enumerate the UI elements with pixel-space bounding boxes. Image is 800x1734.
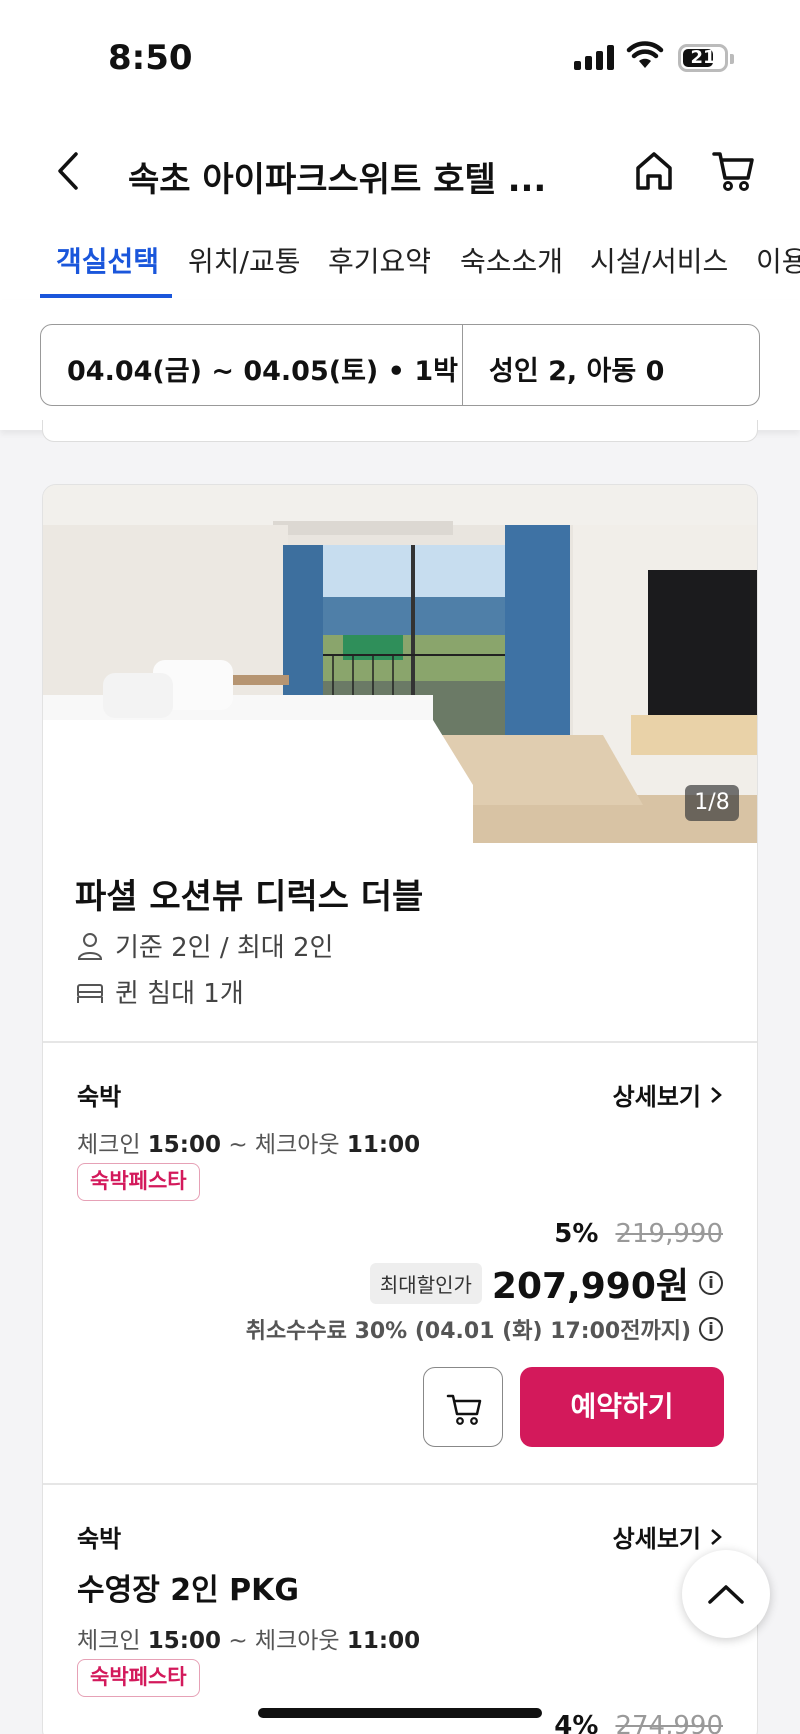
time-separator: ~	[228, 1132, 248, 1158]
person-icon	[77, 932, 103, 960]
discount-info: 5% 219,990	[554, 1219, 723, 1249]
tab-usage[interactable]: 이용	[756, 240, 800, 280]
detail-link[interactable]: 상세보기	[613, 1077, 723, 1112]
cart-icon[interactable]	[710, 146, 758, 194]
chevron-right-icon	[711, 1086, 722, 1103]
option-type: 숙박	[77, 1525, 122, 1553]
clock: 8:50	[108, 38, 193, 78]
detail-link[interactable]: 상세보기	[613, 1519, 723, 1554]
active-tab-indicator	[40, 294, 172, 298]
option-type: 숙박	[77, 1083, 122, 1111]
package-title: 수영장 2인 PKG	[77, 1573, 300, 1608]
cancel-policy-text: 취소수수료 30% (04.01 (화) 17:00전까지)	[245, 1319, 691, 1344]
battery-cap	[730, 54, 734, 64]
tab-property-intro[interactable]: 숙소소개	[460, 240, 563, 280]
checkin-time: 15:00	[147, 1628, 222, 1654]
guest-selector[interactable]: 성인 2, 아동 0	[463, 325, 664, 405]
reserve-button[interactable]: 예약하기	[520, 1367, 724, 1447]
bed-icon	[77, 983, 103, 1003]
home-icon[interactable]	[630, 146, 678, 194]
checkin-label: 체크인	[77, 1628, 141, 1654]
wifi-icon	[626, 41, 664, 68]
info-icon[interactable]: i	[699, 1271, 723, 1295]
promo-badge: 숙박페스타	[77, 1659, 200, 1697]
tab-bar: 객실선택 위치/교통 후기요약 숙소소개 시설/서비스 이용	[0, 228, 800, 300]
discount-rate: 5%	[554, 1219, 599, 1249]
detail-label: 상세보기	[612, 1525, 701, 1553]
room-photo[interactable]: 1/8	[43, 485, 757, 843]
detail-label: 상세보기	[612, 1083, 701, 1111]
home-indicator	[258, 1708, 542, 1718]
room-bed: 퀸 침대 1개	[75, 973, 244, 1010]
previous-card-edge	[42, 420, 758, 442]
capacity-text: 기준 2인 / 최대 2인	[115, 933, 334, 963]
filter-box: 04.04(금) ~ 04.05(토) • 1박 성인 2, 아동 0	[40, 324, 760, 406]
divider	[43, 1483, 757, 1485]
checkout-time: 11:00	[346, 1628, 421, 1654]
checkin-checkout: 체크인 15:00 ~ 체크아웃 11:00	[77, 1125, 420, 1159]
promo-badge: 숙박페스타	[77, 1163, 200, 1201]
tab-room-select[interactable]: 객실선택	[56, 240, 159, 280]
cart-icon	[446, 1394, 482, 1425]
search-filter-bar: 04.04(금) ~ 04.05(토) • 1박 성인 2, 아동 0	[0, 300, 800, 430]
header: 속초 아이파크스위트 호텔 ...	[0, 118, 800, 228]
add-to-cart-button[interactable]	[423, 1367, 503, 1447]
room-photo-image	[43, 485, 757, 843]
discount-info: 4% 274,990	[554, 1711, 723, 1734]
tab-location[interactable]: 위치/교통	[188, 240, 300, 280]
room-capacity: 기준 2인 / 최대 2인	[75, 927, 333, 964]
cellular-signal-icon	[574, 44, 614, 70]
price-label: 최대할인가	[369, 1262, 482, 1304]
checkout-time: 11:00	[346, 1132, 421, 1158]
bed-text: 퀸 침대 1개	[115, 979, 244, 1009]
scroll-to-top-button[interactable]	[682, 1550, 770, 1638]
tab-facilities[interactable]: 시설/서비스	[590, 240, 728, 280]
checkout-label: 체크아웃	[254, 1132, 340, 1158]
room-name: 파셜 오션뷰 디럭스 더블	[75, 877, 424, 917]
original-price: 274,990	[615, 1711, 723, 1734]
checkin-label: 체크인	[77, 1132, 141, 1158]
time-separator: ~	[228, 1628, 248, 1654]
price: 207,990원	[491, 1266, 689, 1307]
discount-rate: 4%	[554, 1711, 599, 1734]
original-price: 219,990	[615, 1219, 723, 1249]
chevron-up-icon	[708, 1585, 744, 1604]
page-title: 속초 아이파크스위트 호텔 ...	[128, 160, 547, 200]
checkin-time: 15:00	[147, 1132, 222, 1158]
back-button[interactable]	[48, 146, 88, 196]
status-bar: 8:50 21	[0, 0, 800, 118]
info-icon[interactable]: i	[699, 1317, 723, 1341]
checkout-label: 체크아웃	[254, 1628, 340, 1654]
cancel-policy: 취소수수료 30% (04.01 (화) 17:00전까지) i	[246, 1313, 723, 1345]
tab-review-summary[interactable]: 후기요약	[328, 240, 431, 280]
checkin-checkout: 체크인 15:00 ~ 체크아웃 11:00	[77, 1621, 420, 1655]
battery-icon: 21	[678, 44, 728, 72]
divider	[43, 1041, 757, 1043]
battery-level: 21	[690, 47, 716, 68]
chevron-right-icon	[711, 1528, 722, 1545]
price-row: 최대할인가 207,990원 i	[369, 1257, 723, 1309]
photo-counter: 1/8	[685, 785, 739, 821]
date-selector[interactable]: 04.04(금) ~ 04.05(토) • 1박	[41, 325, 463, 405]
room-card: 1/8 파셜 오션뷰 디럭스 더블 기준 2인 / 최대 2인 퀸 침대 1개 …	[42, 484, 758, 1734]
